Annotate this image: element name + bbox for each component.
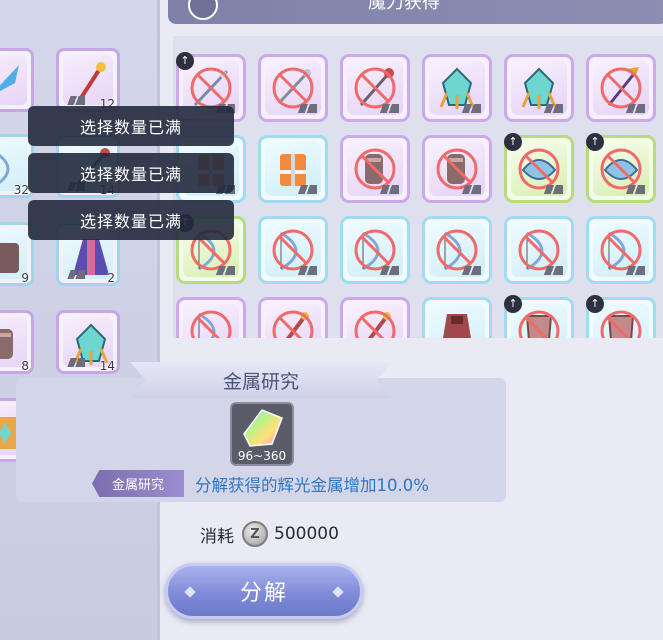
equipment-slot[interactable]: ↑ xyxy=(586,133,656,203)
equipment-slot[interactable]: ↑ xyxy=(504,295,574,338)
equipment-slot[interactable] xyxy=(504,54,574,122)
equipment-slot[interactable] xyxy=(422,216,492,284)
inventory-slot[interactable]: 8 xyxy=(0,310,34,374)
refine-bar xyxy=(63,358,85,367)
equipment-slot[interactable] xyxy=(340,54,410,122)
panel-header: 魔力获得 xyxy=(168,0,663,24)
cloak-icon xyxy=(443,314,471,338)
blocked-icon xyxy=(600,310,642,338)
blue-dragon-blade-icon xyxy=(0,65,19,92)
equipment-slot[interactable] xyxy=(422,54,492,122)
refine-bar xyxy=(375,104,399,113)
upgrade-arrow-icon: ↑ xyxy=(504,295,522,313)
item-count: 8 xyxy=(21,359,29,373)
refine-bar xyxy=(63,96,85,105)
equipment-slot[interactable] xyxy=(258,297,328,338)
blocked-icon xyxy=(354,310,396,338)
blocked-icon xyxy=(272,310,314,338)
equipment-slot[interactable]: ↑ xyxy=(586,295,656,338)
refine-bar xyxy=(375,266,399,275)
refine-bar xyxy=(293,185,317,194)
item-count: 14 xyxy=(99,359,115,373)
sparkle-icon xyxy=(332,586,344,598)
refine-bar xyxy=(621,185,645,194)
refine-bar xyxy=(63,270,85,279)
inventory-slot[interactable]: 14 xyxy=(56,310,120,374)
decompose-button-label: 分解 xyxy=(239,581,288,606)
refine-bar xyxy=(539,185,563,194)
panel-title: 魔力获得 xyxy=(368,0,440,13)
reward-item-slot[interactable]: 96~360 xyxy=(230,402,294,466)
refine-bar xyxy=(293,266,317,275)
zeny-coin-icon: Z xyxy=(242,521,268,547)
equipment-slot[interactable] xyxy=(422,135,492,203)
equipment-slot[interactable] xyxy=(586,216,656,284)
item-count: 2 xyxy=(107,271,115,285)
equipment-slot[interactable] xyxy=(422,297,492,338)
reward-range: 96~360 xyxy=(237,449,287,463)
inventory-slot[interactable] xyxy=(0,48,34,112)
cost-label: 消耗 xyxy=(200,526,234,547)
selection-full-tooltip: 选择数量已满 xyxy=(28,106,234,146)
equipment-slot[interactable] xyxy=(340,216,410,284)
selection-full-tooltip: 选择数量已满 xyxy=(28,153,234,193)
inventory-panel: 123214928146 xyxy=(0,0,157,640)
research-title: 金属研究 xyxy=(130,362,392,398)
upgrade-arrow-icon: ↑ xyxy=(504,133,522,151)
equipment-slot[interactable] xyxy=(176,297,246,338)
equipment-slot[interactable] xyxy=(504,216,574,284)
research-description: 分解获得的辉光金属增加10.0% xyxy=(195,476,429,495)
upgrade-arrow-icon: ↑ xyxy=(586,295,604,313)
refine-bar xyxy=(375,185,399,194)
glow-metal-icon xyxy=(243,409,283,447)
blocked-icon xyxy=(190,310,232,338)
refine-bar xyxy=(211,266,235,275)
refine-bar xyxy=(539,266,563,275)
equipment-slot[interactable] xyxy=(340,135,410,203)
equipment-slot[interactable] xyxy=(258,135,328,203)
refine-bar xyxy=(621,266,645,275)
cost-row: 消耗 Z 500000 xyxy=(200,520,339,548)
refine-bar xyxy=(293,104,317,113)
refine-bar xyxy=(457,104,481,113)
equipment-slot[interactable] xyxy=(258,54,328,122)
inventory-slot[interactable]: 12 xyxy=(56,48,120,112)
equipment-slot[interactable] xyxy=(340,297,410,338)
refine-bar xyxy=(621,104,645,113)
refine-bar xyxy=(457,185,481,194)
refine-bar xyxy=(457,266,481,275)
upgrade-arrow-icon: ↑ xyxy=(176,52,194,70)
help-icon[interactable] xyxy=(188,0,218,20)
item-count: 32 xyxy=(13,183,29,197)
selection-full-tooltip: 选择数量已满 xyxy=(28,200,234,240)
cost-amount: 500000 xyxy=(274,524,339,544)
upgrade-arrow-icon: ↑ xyxy=(586,133,604,151)
item-count: 9 xyxy=(21,271,29,285)
refine-bar xyxy=(539,104,563,113)
decompose-button[interactable]: 分解 xyxy=(165,563,363,619)
equipment-slot[interactable] xyxy=(258,216,328,284)
blocked-icon xyxy=(518,310,560,338)
equipment-slot[interactable]: ↑ xyxy=(504,133,574,203)
equipment-slot[interactable] xyxy=(586,54,656,122)
selected-items-grid[interactable]: ↑↑↑↑↑↑ xyxy=(173,36,663,338)
sparkle-icon xyxy=(184,586,196,598)
research-tag: 金属研究 xyxy=(92,470,184,497)
